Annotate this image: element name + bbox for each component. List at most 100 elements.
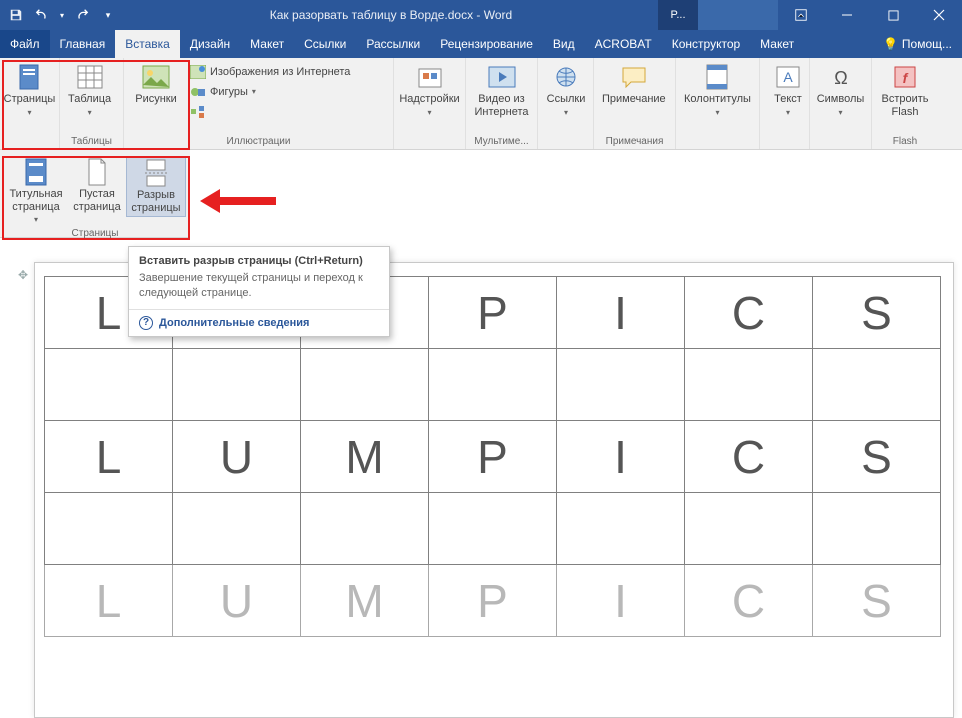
link-icon	[552, 63, 580, 91]
table-cell[interactable]	[685, 493, 813, 565]
tab-insert[interactable]: Вставка	[115, 30, 180, 58]
table-cell[interactable]: U	[173, 565, 301, 637]
blank-page-button[interactable]: Пустая страница	[68, 156, 126, 215]
table-cell[interactable]: P	[429, 421, 557, 493]
ribbon-options-icon[interactable]	[778, 0, 824, 30]
table-cell[interactable]: S	[813, 277, 941, 349]
tab-review[interactable]: Рецензирование	[430, 30, 543, 58]
tab-view[interactable]: Вид	[543, 30, 585, 58]
cover-page-icon	[22, 158, 50, 186]
group-label: Страницы	[0, 228, 190, 241]
tab-references[interactable]: Ссылки	[294, 30, 356, 58]
more-illustrations-button[interactable]	[186, 103, 354, 121]
table-row[interactable]: LUMPICS	[45, 421, 941, 493]
table-cell[interactable]	[813, 349, 941, 421]
shapes-button[interactable]: Фигуры ▾	[186, 83, 354, 101]
table-cell[interactable]	[45, 493, 173, 565]
undo-dropdown-icon[interactable]: ▾	[56, 3, 68, 27]
minimize-button[interactable]	[824, 0, 870, 30]
comment-button[interactable]: Примечание	[598, 61, 670, 108]
table-cell[interactable]	[429, 349, 557, 421]
redo-icon[interactable]	[70, 3, 94, 27]
table-cell[interactable]	[173, 493, 301, 565]
tell-me-help[interactable]: 💡 Помощ...	[873, 30, 962, 58]
undo-icon[interactable]	[30, 3, 54, 27]
chevron-down-icon	[88, 106, 92, 119]
pages-icon	[16, 63, 44, 91]
tab-layout2[interactable]: Макет	[750, 30, 804, 58]
embed-flash-button[interactable]: f Встроить Flash	[876, 61, 934, 120]
addins-button[interactable]: Надстройки	[398, 61, 461, 120]
tab-mailings[interactable]: Рассылки	[356, 30, 430, 58]
table-row[interactable]	[45, 493, 941, 565]
video-icon	[488, 63, 516, 91]
table-cell[interactable]: M	[301, 421, 429, 493]
pictures-button[interactable]: Рисунки	[128, 61, 184, 108]
symbols-button[interactable]: Ω Символы	[814, 61, 867, 120]
table-cell[interactable]	[557, 493, 685, 565]
links-button[interactable]: Ссылки	[542, 61, 590, 120]
table-cell[interactable]	[301, 493, 429, 565]
table-cell[interactable]: S	[813, 565, 941, 637]
online-pictures-button[interactable]: Изображения из Интернета	[186, 63, 354, 81]
tooltip-more-link[interactable]: ? Дополнительные сведения	[129, 309, 389, 336]
table-cell[interactable]: P	[429, 565, 557, 637]
shapes-icon	[190, 84, 206, 100]
table-cell[interactable]: S	[813, 421, 941, 493]
pages-button[interactable]: Страницы	[4, 61, 55, 120]
omega-icon: Ω	[827, 63, 855, 91]
smartart-icon	[190, 104, 206, 120]
table-row[interactable]: LUMPICS	[45, 565, 941, 637]
table-move-handle-icon[interactable]: ✥	[18, 268, 28, 282]
table-cell[interactable]	[813, 493, 941, 565]
group-label	[0, 136, 59, 149]
table-cell[interactable]: L	[45, 421, 173, 493]
table-cell[interactable]	[557, 349, 685, 421]
save-icon[interactable]	[4, 3, 28, 27]
quick-access-toolbar: ▾ ▾	[0, 3, 124, 27]
table-cell[interactable]: C	[685, 421, 813, 493]
table-cell[interactable]	[45, 349, 173, 421]
window-controls: P...	[658, 0, 962, 30]
group-label: Иллюстрации	[124, 136, 393, 149]
textbox-icon: A	[774, 63, 802, 91]
lightbulb-icon: 💡	[883, 37, 898, 51]
tab-home[interactable]: Главная	[50, 30, 116, 58]
table-cell[interactable]	[173, 349, 301, 421]
table-cell[interactable]: P	[429, 277, 557, 349]
text-button[interactable]: A Текст	[764, 61, 812, 120]
table-cell[interactable]: I	[557, 421, 685, 493]
table-button[interactable]: Таблица	[64, 61, 115, 120]
table-cell[interactable]: I	[557, 277, 685, 349]
user-area[interactable]	[698, 0, 778, 30]
table-cell[interactable]	[685, 349, 813, 421]
tab-acrobat[interactable]: ACROBAT	[585, 30, 662, 58]
table-cell[interactable]: C	[685, 277, 813, 349]
user-badge[interactable]: P...	[658, 0, 698, 30]
tab-constructor[interactable]: Конструктор	[662, 30, 750, 58]
maximize-button[interactable]	[870, 0, 916, 30]
group-label: Примечания	[594, 136, 675, 149]
close-button[interactable]	[916, 0, 962, 30]
table-cell[interactable]: L	[45, 565, 173, 637]
cover-page-button[interactable]: Титульная страница	[4, 156, 68, 228]
group-label: Мультиме...	[466, 136, 537, 149]
group-label: Flash	[872, 136, 938, 149]
tab-layout[interactable]: Макет	[240, 30, 294, 58]
table-cell[interactable]: U	[173, 421, 301, 493]
page-break-button[interactable]: Разрыв страницы	[126, 156, 186, 217]
page-break-icon	[142, 159, 170, 187]
table-cell[interactable]	[301, 349, 429, 421]
table-row[interactable]	[45, 349, 941, 421]
qat-customize-icon[interactable]: ▾	[96, 3, 120, 27]
table-cell[interactable]	[429, 493, 557, 565]
headers-footers-button[interactable]: Колонтитулы	[680, 61, 755, 120]
table-cell[interactable]: C	[685, 565, 813, 637]
online-video-button[interactable]: Видео из Интернета	[470, 61, 533, 120]
tab-design[interactable]: Дизайн	[180, 30, 240, 58]
tab-file[interactable]: Файл	[0, 30, 50, 58]
chevron-down-icon	[715, 106, 719, 119]
table-cell[interactable]: I	[557, 565, 685, 637]
table-cell[interactable]: M	[301, 565, 429, 637]
chevron-down-icon	[34, 213, 38, 226]
